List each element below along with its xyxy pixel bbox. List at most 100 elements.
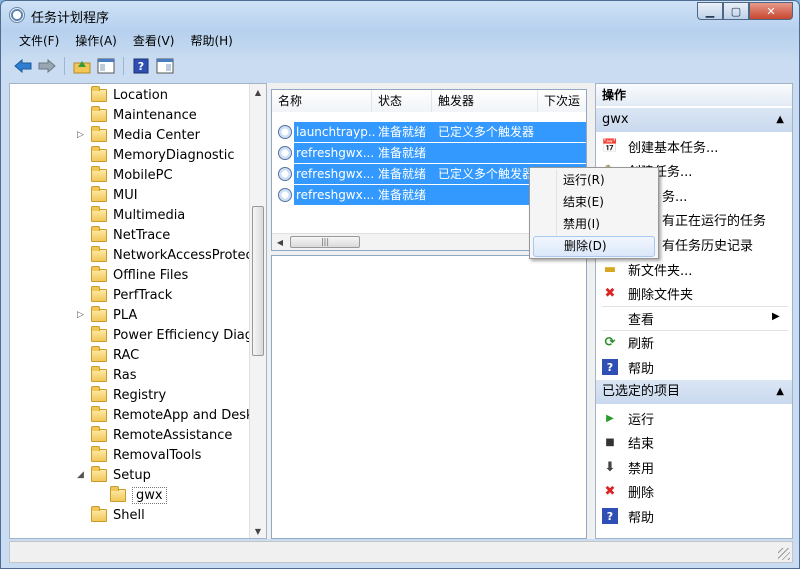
action-item[interactable]: ? 帮助 — [602, 355, 654, 379]
collapse-up-icon[interactable]: ▲ — [776, 108, 784, 132]
minimize-icon: ▁ — [705, 4, 715, 18]
tree-item-label: RemovalTools — [113, 447, 202, 463]
task-row[interactable]: refreshgwx... 准备就绪 — [278, 143, 586, 163]
calendar-wizard-icon: 📅 — [601, 138, 619, 154]
selected-action-item[interactable]: ■ 结束 — [602, 431, 654, 455]
folder-icon — [91, 185, 107, 202]
tree-item[interactable]: Maintenance — [91, 105, 197, 125]
collapsed-arrow-icon[interactable]: ▷ — [77, 130, 85, 140]
clock-app-icon — [9, 7, 25, 23]
title-bar[interactable]: 任务计划程序 ▁ ▢ ✕ — [1, 1, 799, 29]
folder-icon — [91, 265, 107, 282]
tree-item-label: Ras — [113, 367, 137, 383]
tree-item[interactable]: Ras — [91, 365, 137, 385]
tree-item[interactable]: MemoryDiagnostic — [91, 145, 235, 165]
selected-action-item[interactable]: ? 帮助 — [602, 504, 654, 528]
back-button[interactable] — [13, 56, 33, 76]
scroll-down-arrow-icon[interactable]: ▼ — [250, 523, 266, 538]
column-name[interactable]: 名称 — [272, 90, 372, 112]
show-hide-tree-button[interactable] — [96, 56, 116, 76]
help-button[interactable]: ? — [131, 56, 151, 76]
action-item[interactable]: ☰有任务历史记录 — [662, 232, 753, 256]
expanded-arrow-icon[interactable]: ◢ — [77, 470, 85, 480]
hscroll-thumb[interactable]: ||| — [290, 236, 360, 248]
ctx-end[interactable]: 结束(E) — [533, 192, 655, 213]
forward-button[interactable] — [37, 56, 57, 76]
tree-item[interactable]: PerfTrack — [91, 285, 172, 305]
tree-item[interactable]: ▷ Media Center — [77, 125, 200, 145]
tree-vscrollbar[interactable]: ▲ ▼ — [249, 84, 266, 538]
action-item-label: 运行 — [628, 412, 655, 428]
menu-view[interactable]: 查看(V) — [133, 31, 175, 51]
action-item[interactable]: 查看 — [602, 306, 654, 330]
tree-item[interactable]: gwx — [110, 485, 167, 505]
console-tree-icon — [97, 58, 115, 74]
selected-action-item[interactable]: ✖ 删除 — [602, 480, 654, 504]
task-clock-icon — [278, 167, 292, 181]
tree-item[interactable]: NetTrace — [91, 225, 170, 245]
vscroll-thumb[interactable] — [252, 206, 264, 356]
scroll-left-arrow-icon[interactable]: ◀ — [272, 234, 288, 250]
menu-action[interactable]: 操作(A) — [75, 31, 117, 51]
tree-item[interactable]: MUI — [91, 185, 138, 205]
task-status: 准备就绪 — [378, 167, 427, 181]
folder-icon — [91, 205, 107, 222]
tree-item[interactable]: Registry — [91, 385, 166, 405]
tree-item-label: Registry — [113, 387, 167, 403]
action-item[interactable]: ▶有正在运行的任务 — [662, 208, 766, 232]
menu-help[interactable]: 帮助(H) — [190, 31, 232, 51]
maximize-button[interactable]: ▢ — [723, 2, 749, 20]
ctx-run[interactable]: 运行(R) — [533, 170, 655, 191]
tree-item-label: gwx — [132, 486, 167, 504]
help-icon: ? — [602, 359, 618, 376]
folder-icon — [91, 405, 107, 422]
menu-file[interactable]: 文件(F) — [19, 31, 59, 51]
tree-item-label: NetworkAccessProtecti — [113, 247, 262, 263]
action-item[interactable]: ⟳ 刷新 — [602, 331, 654, 355]
tree-item-label: MUI — [113, 187, 138, 203]
column-status[interactable]: 状态 — [372, 90, 432, 112]
up-folder-button[interactable] — [72, 56, 92, 76]
collapsed-arrow-icon[interactable]: ▷ — [77, 310, 85, 320]
action-item[interactable]: ⇩务... — [662, 183, 687, 207]
task-status: 准备就绪 — [378, 125, 427, 139]
back-arrow-icon — [14, 59, 32, 73]
ctx-delete[interactable]: 删除(D) — [533, 236, 655, 257]
actions-group-selected[interactable]: 已选定的项目 ▲ — [596, 380, 792, 404]
selected-action-item[interactable]: ▶ 运行 — [602, 406, 654, 430]
scroll-up-arrow-icon[interactable]: ▲ — [250, 84, 266, 101]
folder-icon — [91, 345, 107, 362]
tree-item[interactable]: RAC — [91, 345, 139, 365]
tree-item[interactable]: RemoteApp and Deskt — [91, 405, 259, 425]
tree-item[interactable]: NetworkAccessProtecti — [91, 245, 261, 265]
tree-item[interactable]: Offline Files — [91, 265, 188, 285]
close-button[interactable]: ✕ — [749, 2, 793, 20]
action-item[interactable]: ▬ 新文件夹... — [602, 257, 693, 281]
column-next-run[interactable]: 下次运 — [538, 90, 586, 112]
folder-icon — [91, 505, 107, 522]
collapse-up-icon[interactable]: ▲ — [776, 380, 784, 404]
tree-item[interactable]: Location — [91, 85, 168, 105]
resize-grip-icon[interactable] — [778, 548, 790, 560]
task-clock-icon — [278, 188, 292, 202]
task-row[interactable]: launchtrayp... 准备就绪 已定义多个触发器 — [278, 122, 586, 142]
tree-item[interactable]: RemovalTools — [91, 445, 201, 465]
selected-action-item[interactable]: ⬇ 禁用 — [602, 455, 654, 479]
minimize-button[interactable]: ▁ — [697, 2, 723, 20]
tree-item[interactable]: ▷ PLA — [77, 305, 137, 325]
actions-header: 操作 — [596, 84, 792, 106]
task-status: 准备就绪 — [378, 146, 427, 160]
column-trigger[interactable]: 触发器 — [432, 90, 538, 112]
action-item-label: 结束 — [628, 437, 655, 452]
action-item[interactable]: 📅 创建基本任务... — [601, 134, 719, 158]
show-action-pane-button[interactable] — [155, 56, 175, 76]
ctx-disable[interactable]: 禁用(I) — [533, 214, 655, 235]
tree-item[interactable]: RemoteAssistance — [91, 425, 232, 445]
actions-group-gwx[interactable]: gwx ▲ — [596, 108, 792, 132]
tree-item[interactable]: ◢ Setup — [77, 465, 151, 485]
action-item[interactable]: ✖ 删除文件夹 — [602, 282, 693, 306]
tree-item[interactable]: Shell — [91, 505, 145, 525]
tree-item[interactable]: Multimedia — [91, 205, 185, 225]
tree-item[interactable]: MobilePC — [91, 165, 173, 185]
tree-item[interactable]: Power Efficiency Diagn — [91, 325, 261, 345]
